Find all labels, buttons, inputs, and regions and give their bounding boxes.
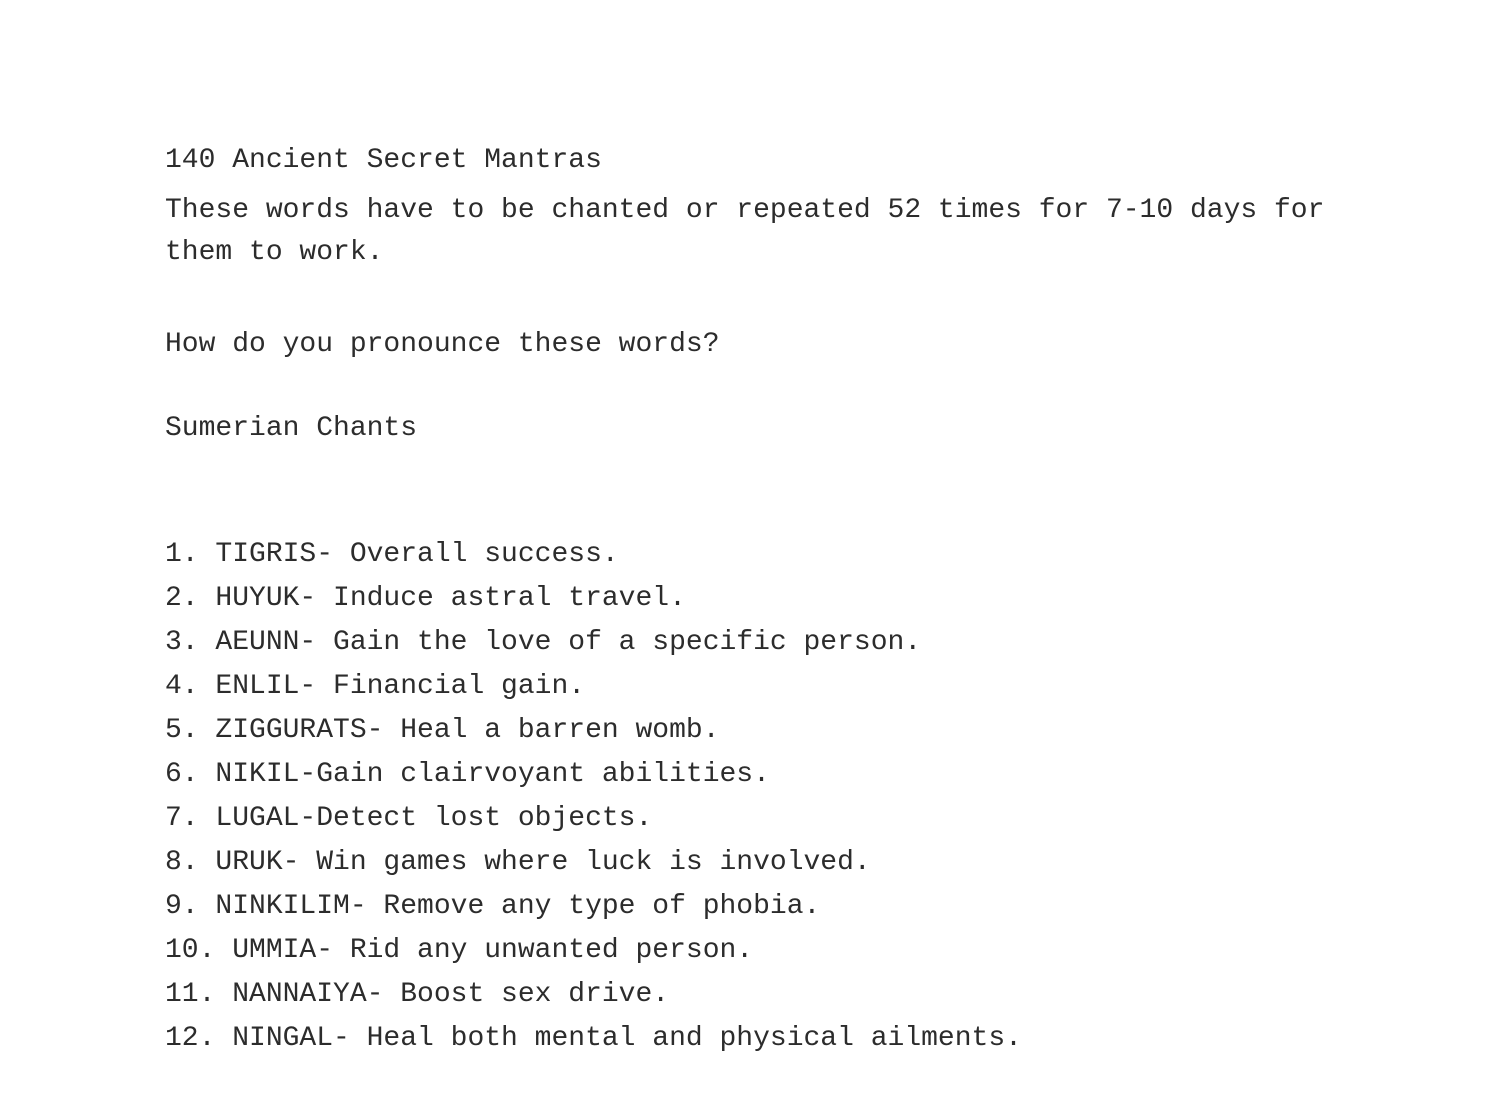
page-title: 140 Ancient Secret Mantras [165,140,1335,182]
main-content: 140 Ancient Secret Mantras These words h… [0,0,1500,1102]
list-item: 5. ZIGGURATS- Heal a barren womb. [165,710,1335,752]
description-line2: them to work. [165,237,383,268]
description-line1: These words have to be chanted or repeat… [165,195,1324,226]
list-item: 11. NANNAIYA- Boost sex drive. [165,974,1335,1016]
description-block: These words have to be chanted or repeat… [165,190,1335,274]
list-item: 7. LUGAL-Detect lost objects. [165,798,1335,840]
list-item: 4. ENLIL- Financial gain. [165,666,1335,708]
list-item: 6. NIKIL-Gain clairvoyant abilities. [165,754,1335,796]
list-item: 10. UMMIA- Rid any unwanted person. [165,930,1335,972]
list-item: 8. URUK- Win games where luck is involve… [165,842,1335,884]
title-text: 140 Ancient Secret Mantras [165,145,602,176]
list-item: 12. NINGAL- Heal both mental and physica… [165,1018,1335,1060]
spacer1 [165,282,1335,324]
section-title: Sumerian Chants [165,408,1335,450]
list-item: 2. HUYUK- Induce astral travel. [165,578,1335,620]
spacer2 [165,492,1335,534]
pronunciation-question: How do you pronounce these words? [165,324,1335,366]
list-item: 3. AEUNN- Gain the love of a specific pe… [165,622,1335,664]
list-item: 1. TIGRIS- Overall success. [165,534,1335,576]
list-item: 9. NINKILIM- Remove any type of phobia. [165,886,1335,928]
mantras-list: 1. TIGRIS- Overall success.2. HUYUK- Ind… [165,534,1335,1060]
